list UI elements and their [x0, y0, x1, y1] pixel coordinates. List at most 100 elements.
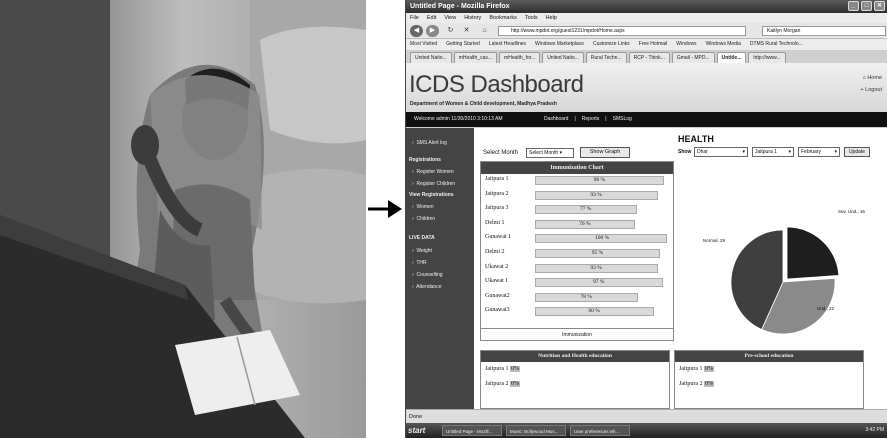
month-select-value: Select Month	[529, 150, 559, 156]
menu-bar: File Edit View History Bookmarks Tools H…	[406, 13, 887, 23]
menu-help[interactable]: Help	[546, 13, 557, 23]
bookmark-item[interactable]: Latest Headlines	[489, 39, 526, 50]
bookmark-item[interactable]: Windows Marketplace	[535, 39, 584, 50]
sidebar-item-label[interactable]: Register Women	[416, 169, 453, 175]
bookmark-item[interactable]: Customize Links	[593, 39, 630, 50]
minimize-icon[interactable]: _	[848, 1, 859, 11]
nav-reports[interactable]: Reports	[582, 112, 600, 127]
browser-tab[interactable]: United Natio...	[542, 52, 584, 63]
center-select-value: Jaitpura 1	[755, 149, 777, 155]
site-header: ICDS Dashboard Department of Women & Chi…	[406, 63, 887, 128]
immunization-bar-track: 78 %	[535, 292, 667, 302]
immunization-row: Gunawat3 90 %	[481, 306, 675, 317]
sidebar-item-register-women[interactable]: › Register Women	[412, 169, 454, 175]
sidebar-item-label[interactable]: Women	[416, 204, 433, 210]
nav-dashboard[interactable]: Dashboard	[544, 112, 568, 127]
sidebar-item-weight[interactable]: › Weight	[412, 248, 432, 254]
sidebar-item-label[interactable]: Weight	[416, 248, 431, 254]
menu-bookmarks[interactable]: Bookmarks	[489, 13, 517, 23]
immunization-row-label: Ukawat 2	[485, 263, 509, 270]
immunization-bar-value: 76 %	[579, 220, 591, 227]
start-button[interactable]: start	[408, 423, 438, 438]
bookmark-item[interactable]: Most Visited	[410, 39, 437, 50]
browser-tab[interactable]: United Natio...	[410, 52, 452, 63]
sidebar-item-counselling[interactable]: › Counselling	[412, 272, 443, 278]
back-icon[interactable]: ◀	[410, 25, 423, 37]
bookmark-item[interactable]: Free Hotmail	[639, 39, 668, 50]
browser-tab[interactable]: Rural Techn...	[585, 52, 627, 63]
browser-tab-active[interactable]: Untitle...	[716, 52, 747, 63]
nutrition-row-name: Jaitpura 1	[485, 366, 509, 372]
dashboard-main: Select Month Select Month ▾ Show Graph I…	[478, 128, 883, 409]
immunization-chart: Immunization Chart Jaitpura 1 98 % Jaitpur…	[480, 161, 674, 341]
bookmark-item[interactable]: Windows Media	[706, 39, 741, 50]
browser-tab[interactable]: mHealth_cas...	[453, 52, 498, 63]
month-select[interactable]: Select Month ▾	[526, 148, 574, 158]
browser-tab[interactable]: Gmail - MPD...	[671, 52, 715, 63]
sidebar-item-sms-alert[interactable]: › SMS Alert log	[412, 140, 447, 146]
immunization-footer: Immunization	[481, 328, 673, 340]
browser-tab[interactable]: mHealth_for...	[499, 52, 541, 63]
bookmark-item[interactable]: Getting Started	[446, 39, 480, 50]
bookmark-item[interactable]: DTMS Rural Technolo...	[750, 39, 803, 50]
sidebar-item-thr[interactable]: › THR	[412, 260, 427, 266]
month-filter-select[interactable]: February ▾	[798, 147, 840, 157]
home-link-label[interactable]: Home	[867, 75, 882, 81]
logout-link-label[interactable]: Logout	[865, 87, 882, 93]
show-graph-button[interactable]: Show Graph	[580, 147, 630, 158]
taskbar-item[interactable]: Untitled Page - Mozill...	[442, 425, 502, 436]
menu-tools[interactable]: Tools	[525, 13, 538, 23]
browser-tab[interactable]: RCP - Think...	[628, 52, 670, 63]
site-logo[interactable]: ICDS Dashboard	[409, 71, 584, 99]
sidebar-item-attendance[interactable]: › Attendance	[412, 284, 441, 290]
logout-link[interactable]: + Logout	[860, 87, 882, 93]
search-box[interactable]: Kaitlyn Morgan	[762, 26, 886, 36]
center-select[interactable]: Jaitpura 1 ▾	[752, 147, 794, 157]
reload-icon[interactable]: ↻	[444, 25, 457, 37]
sidebar-item-label[interactable]: Attendance	[416, 284, 441, 290]
menu-view[interactable]: View	[444, 13, 456, 23]
bookmark-item[interactable]: Windows	[676, 39, 696, 50]
immunization-bar-track: 93 %	[535, 263, 667, 273]
sidebar-item-women[interactable]: › Women	[412, 204, 434, 210]
immunization-row-label: Delmi 2	[485, 249, 505, 255]
sidebar-item-label[interactable]: Counselling	[416, 272, 442, 278]
forward-icon[interactable]: ▶	[426, 25, 439, 37]
nutrition-row-pct: 0%	[510, 366, 520, 372]
browser-tab[interactable]: http://www...	[748, 52, 786, 63]
home-link[interactable]: ⌂ Home	[862, 75, 882, 81]
taskbar-item[interactable]: User preferences wh...	[570, 425, 630, 436]
immunization-row-label: Ukawat 1	[485, 278, 509, 285]
sidebar-item-label[interactable]: Register Children	[416, 181, 455, 187]
browser-window: Untitled Page - Mozilla Firefox _ □ ✕ Fi…	[405, 0, 887, 438]
taskbar-item[interactable]: Music: Bollywood Mus...	[506, 425, 566, 436]
immunization-bar-track: 76 %	[535, 219, 667, 229]
immunization-row: Jaitpura 1 98 %	[481, 175, 675, 186]
update-button[interactable]: Update	[844, 147, 870, 157]
immunization-row-label: Gunawat3	[485, 307, 510, 314]
sidebar-item-label[interactable]: SMS Alert log	[416, 140, 446, 146]
pie-label-normal: Normal, 29	[703, 238, 726, 243]
maximize-icon[interactable]: □	[861, 1, 872, 11]
welcome-text: Welcome admin 11/30/2010 3:10:13 AM	[414, 116, 503, 122]
immunization-row: Jaitpura 2 93 %	[481, 190, 675, 201]
immunization-row-label: Jaitpura 3	[485, 205, 509, 212]
close-icon[interactable]: ✕	[874, 1, 885, 11]
sidebar-item-label[interactable]: THR	[416, 260, 426, 266]
sidebar-item-children[interactable]: › Children	[412, 216, 435, 222]
menu-history[interactable]: History	[464, 13, 481, 23]
immunization-bar-track: 100 %	[535, 234, 667, 244]
sidebar-item-register-children[interactable]: › Register Children	[412, 181, 455, 187]
preschool-section: Pre-school education Jaitpura 1 0% Jaitp…	[674, 350, 864, 409]
taskbar-clock: 3:42 PM	[865, 427, 884, 433]
address-bar[interactable]: http://www.mpdot.org/guest1231/mpdot/Hom…	[498, 26, 746, 36]
immunization-row-label: Jaitpura 2	[485, 190, 509, 197]
sidebar-heading-registrations: Registrations	[409, 157, 441, 163]
district-select[interactable]: Dhar ▾	[694, 147, 748, 157]
sidebar-item-label[interactable]: Children	[416, 216, 435, 222]
menu-file[interactable]: File	[410, 13, 419, 23]
nav-smslog[interactable]: SMSLog	[613, 112, 632, 127]
menu-edit[interactable]: Edit	[427, 13, 436, 23]
home-icon[interactable]: ⌂	[478, 25, 491, 37]
stop-icon[interactable]: ✕	[460, 25, 473, 37]
